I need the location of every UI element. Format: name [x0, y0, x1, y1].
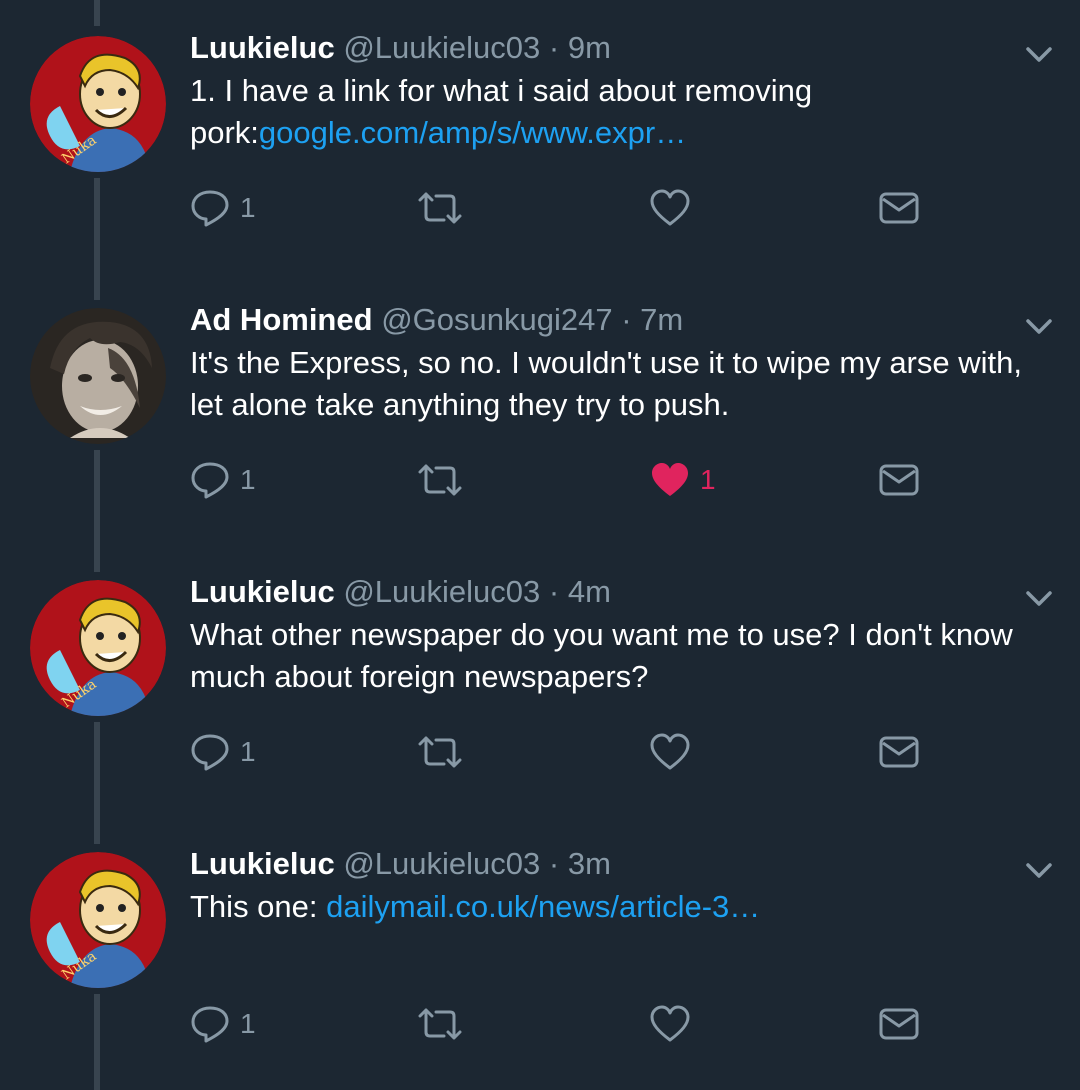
reply-button[interactable]: 1 [190, 178, 256, 238]
avatar[interactable]: Nuka [30, 36, 166, 172]
chevron-down-icon[interactable] [1024, 586, 1054, 610]
tweet-link[interactable]: google.com/amp/s/www.expr… [259, 115, 686, 150]
tweet-header: Luukieluc @Luukieluc03 · 3m [190, 844, 1030, 884]
tweet-link[interactable]: dailymail.co.uk/news/article-3… [326, 889, 760, 924]
envelope-icon [879, 736, 919, 768]
reply-icon [191, 190, 229, 227]
tweet-content: Luukieluc @Luukieluc03 · 4m What other n… [190, 572, 1030, 698]
tweet-actions: 1 [190, 178, 930, 238]
tweet[interactable]: Nuka Luukieluc @Luukieluc03 · 9m 1. I ha… [0, 0, 1080, 272]
separator-dot: · [548, 30, 560, 65]
tweet-text: 1. I have a link for what i said about r… [190, 70, 1030, 154]
envelope-icon [879, 192, 919, 224]
tweet[interactable]: Nuka Luukieluc @Luukieluc03 · 3m This on… [0, 816, 1080, 1088]
chevron-down-icon[interactable] [1024, 858, 1054, 882]
timestamp[interactable]: 4m [568, 574, 611, 609]
tweet[interactable]: Ad Homined @Gosunkugi247 · 7m It's the E… [0, 272, 1080, 544]
tweet-actions: 1 [190, 994, 930, 1054]
tweet-content: Ad Homined @Gosunkugi247 · 7m It's the E… [190, 300, 1030, 426]
like-button[interactable] [650, 994, 700, 1054]
timestamp[interactable]: 7m [640, 302, 683, 337]
reply-icon [191, 734, 229, 771]
display-name[interactable]: Ad Homined [190, 302, 373, 337]
timestamp[interactable]: 9m [568, 30, 611, 65]
reply-button[interactable]: 1 [190, 994, 256, 1054]
reply-button[interactable]: 1 [190, 450, 256, 510]
separator-dot: · [548, 846, 560, 881]
photo-avatar [30, 308, 166, 444]
retweet-icon [418, 1008, 462, 1040]
vault-boy-avatar: Nuka [30, 580, 166, 716]
retweet-button[interactable] [416, 994, 474, 1054]
tweet-actions: 1 1 [190, 450, 930, 510]
heart-icon [650, 733, 690, 770]
reply-count: 1 [240, 192, 256, 223]
reply-button[interactable]: 1 [190, 722, 256, 782]
tweet-text: This one: dailymail.co.uk/news/article-3… [190, 886, 1030, 928]
tweet-content: Luukieluc @Luukieluc03 · 3m This one: da… [190, 844, 1030, 928]
reply-count: 1 [240, 736, 256, 767]
tweet-text: It's the Express, so no. I wouldn't use … [190, 342, 1030, 426]
tweet-text-body: What other newspaper do you want me to u… [190, 617, 1013, 694]
tweet-text: What other newspaper do you want me to u… [190, 614, 1030, 698]
tweet[interactable]: Nuka Luukieluc @Luukieluc03 · 4m What ot… [0, 544, 1080, 816]
envelope-icon [879, 464, 919, 496]
chevron-down-icon[interactable] [1024, 314, 1054, 338]
tweet-actions: 1 [190, 722, 930, 782]
retweet-icon [418, 464, 462, 496]
reply-count: 1 [240, 464, 256, 495]
tweet-header: Luukieluc @Luukieluc03 · 4m [190, 572, 1030, 612]
retweet-button[interactable] [416, 722, 474, 782]
retweet-icon [418, 192, 462, 224]
heart-icon [650, 189, 690, 226]
timestamp[interactable]: 3m [568, 846, 611, 881]
display-name[interactable]: Luukieluc [190, 574, 335, 609]
like-button[interactable] [650, 178, 700, 238]
separator-dot: · [621, 302, 632, 337]
like-count: 1 [700, 464, 716, 495]
display-name[interactable]: Luukieluc [190, 846, 335, 881]
chevron-down-icon[interactable] [1024, 42, 1054, 66]
envelope-icon [879, 1008, 919, 1040]
user-handle[interactable]: @Luukieluc03 [343, 30, 540, 65]
separator-dot: · [548, 574, 560, 609]
reply-icon [191, 1006, 229, 1043]
user-handle[interactable]: @Gosunkugi247 [381, 302, 612, 337]
user-handle[interactable]: @Luukieluc03 [343, 574, 540, 609]
tweet-header: Ad Homined @Gosunkugi247 · 7m [190, 300, 1030, 340]
vault-boy-avatar: Nuka [30, 852, 166, 988]
avatar[interactable]: Nuka [30, 580, 166, 716]
direct-message-button[interactable] [878, 994, 920, 1054]
reply-icon [191, 462, 229, 499]
like-button-active[interactable]: 1 [650, 450, 716, 510]
like-button[interactable] [650, 722, 700, 782]
heart-filled-icon [652, 463, 688, 496]
tweet-text-body: It's the Express, so no. I wouldn't use … [190, 345, 1022, 422]
heart-icon [650, 1005, 690, 1042]
avatar[interactable]: Nuka [30, 852, 166, 988]
retweet-button[interactable] [416, 178, 474, 238]
vault-boy-avatar: Nuka [30, 36, 166, 172]
tweet-content: Luukieluc @Luukieluc03 · 9m 1. I have a … [190, 28, 1030, 154]
direct-message-button[interactable] [878, 178, 920, 238]
avatar[interactable] [30, 308, 166, 444]
user-handle[interactable]: @Luukieluc03 [343, 846, 540, 881]
direct-message-button[interactable] [878, 450, 920, 510]
retweet-button[interactable] [416, 450, 474, 510]
display-name[interactable]: Luukieluc [190, 30, 335, 65]
reply-count: 1 [240, 1008, 256, 1039]
retweet-icon [418, 736, 462, 768]
conversation-thread: Nuka Luukieluc @Luukieluc03 · 9m 1. I ha… [0, 0, 1080, 1090]
direct-message-button[interactable] [878, 722, 920, 782]
tweet-text-body: This one: [190, 889, 327, 924]
tweet-header: Luukieluc @Luukieluc03 · 9m [190, 28, 1030, 68]
